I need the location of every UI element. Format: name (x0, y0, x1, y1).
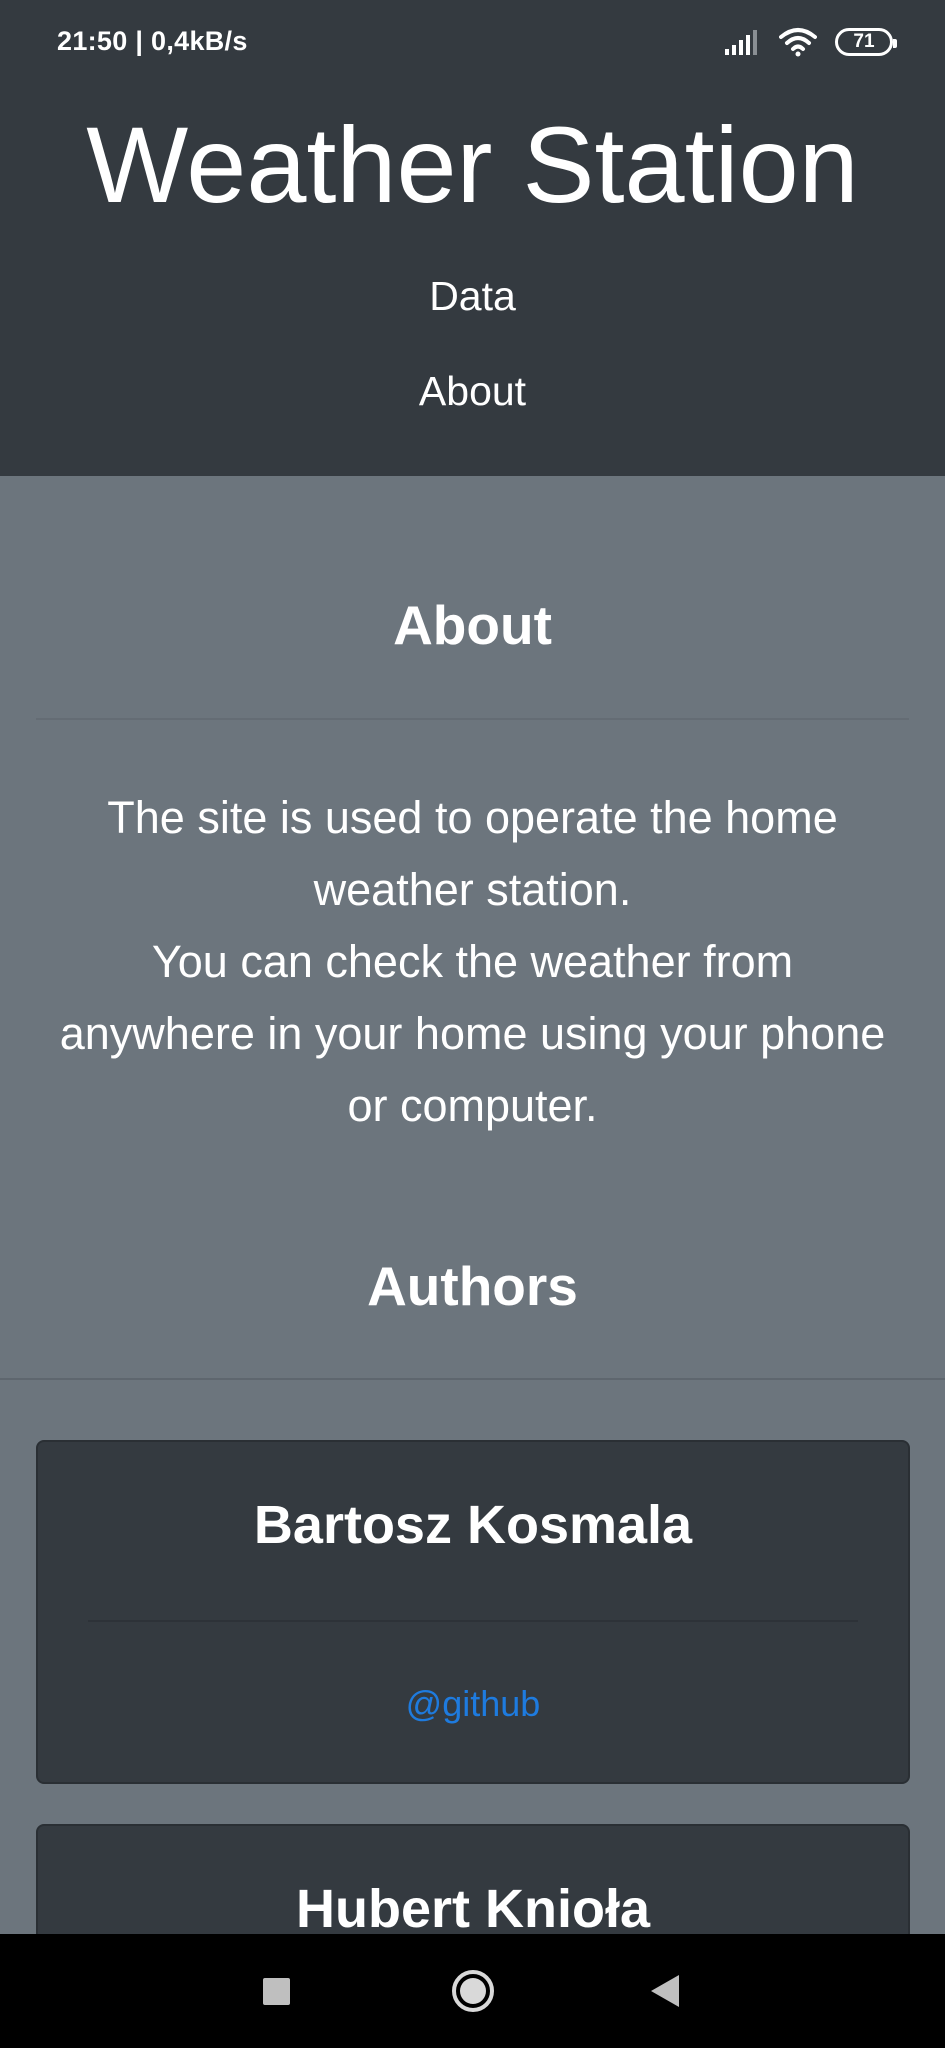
signal-icon (725, 30, 757, 55)
author-card: Hubert Knioła (36, 1824, 910, 1934)
system-navigation-bar (0, 1934, 945, 2048)
author-name: Bartosz Kosmala (253, 1495, 693, 1555)
back-button[interactable] (605, 1934, 725, 2048)
nav-link-about[interactable]: About (0, 366, 945, 416)
about-text-line: You can check the weather from (151, 936, 794, 987)
home-button[interactable] (413, 1934, 533, 2048)
author-card: Bartosz Kosmala @github (36, 1440, 910, 1784)
card-divider (88, 1620, 858, 1622)
about-heading: About (393, 594, 552, 656)
about-divider (36, 718, 909, 720)
about-text-line: The site is used to operate the home (107, 792, 838, 843)
site-title[interactable]: Weather Station (0, 100, 945, 230)
back-icon (651, 1975, 679, 2007)
status-icons: 71 (725, 26, 897, 58)
authors-heading: Authors (367, 1255, 578, 1317)
about-text-line: weather station. (313, 864, 632, 915)
status-bar: 21:50 | 0,4kB/s 71 (0, 0, 945, 78)
site-header: Weather Station Data About (0, 78, 945, 476)
authors-divider (0, 1378, 945, 1380)
about-text-line: anywhere in your home using your phone (59, 1008, 886, 1059)
recents-icon (262, 1977, 290, 2005)
recents-button[interactable] (216, 1934, 336, 2048)
wifi-icon (779, 28, 817, 57)
github-link[interactable]: @github (38, 1682, 908, 1726)
about-text-line: or computer. (347, 1080, 598, 1131)
home-icon (452, 1970, 494, 2012)
author-name: Hubert Knioła (295, 1879, 650, 1934)
status-time-speed: 21:50 | 0,4kB/s (57, 26, 248, 56)
main-content: About The site is used to operate the ho… (0, 476, 945, 1934)
battery-icon: 71 (835, 28, 897, 56)
battery-level: 71 (853, 31, 875, 52)
nav-link-data[interactable]: Data (0, 271, 945, 321)
about-text: The site is used to operate the home wea… (30, 782, 915, 1142)
